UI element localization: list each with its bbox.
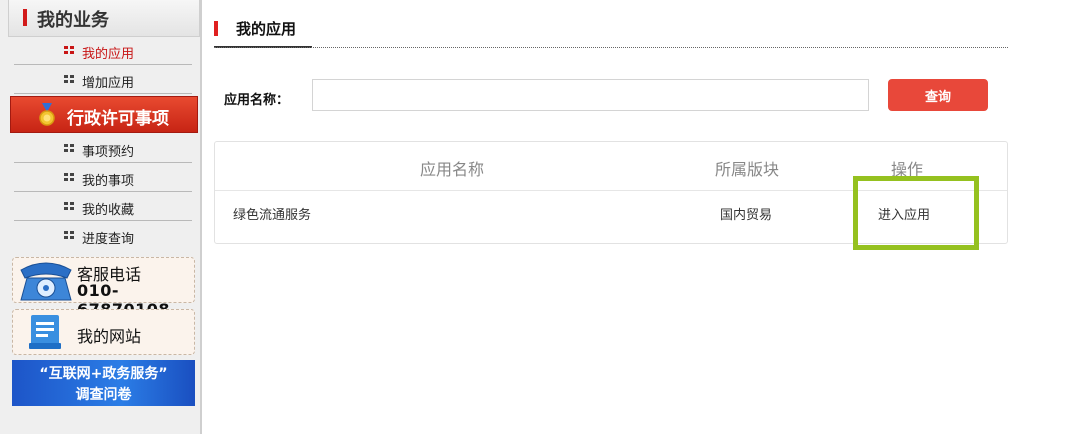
sidebar-item-label: 进度查询 <box>82 232 135 247</box>
grid-dots-icon <box>64 231 75 240</box>
sidebar-item-my-matters[interactable]: 我的事项 <box>14 164 192 192</box>
my-website-card[interactable]: 我的网站 <box>12 309 195 355</box>
sidebar-item-favorites[interactable]: 我的收藏 <box>14 193 192 221</box>
website-icon <box>29 315 61 349</box>
admin-banner-label: 行政许可事项 <box>67 109 169 129</box>
column-header-app-name: 应用名称 <box>420 160 485 179</box>
sidebar-item-label: 事项预约 <box>82 145 135 160</box>
sidebar-item-appointment[interactable]: 事项预约 <box>14 135 192 163</box>
column-header-action: 操作 <box>891 160 924 179</box>
sidebar-item-label: 我的应用 <box>82 47 135 62</box>
cell-app-name: 绿色流通服务 <box>233 208 312 223</box>
medal-icon <box>39 103 55 126</box>
grid-dots-icon <box>64 202 75 211</box>
header-accent-bar <box>23 9 27 26</box>
app-name-label: 应用名称： <box>224 93 290 108</box>
cell-section: 国内贸易 <box>720 208 773 223</box>
enter-app-link[interactable]: 进入应用 <box>878 204 930 223</box>
grid-dots-icon <box>64 75 75 84</box>
page-title: 我的应用 <box>236 20 297 38</box>
hotline-card: 客服电话 010-67870108 <box>12 257 195 319</box>
sidebar: 我的业务 我的应用 增加应用 行政许可事项 事项预约 我的事项 我的收藏 进度查… <box>0 0 202 434</box>
column-header-section: 所属版块 <box>715 160 780 179</box>
sidebar-header-title: 我的业务 <box>37 10 109 31</box>
sidebar-item-add-app[interactable]: 增加应用 <box>14 66 192 94</box>
apps-table: 应用名称 所属版块 操作 绿色流通服务 国内贸易 进入应用 <box>214 141 1008 244</box>
sidebar-item-label: 我的事项 <box>82 174 135 189</box>
sidebar-item-my-apps[interactable]: 我的应用 <box>14 37 192 65</box>
survey-title: “互联网+政务服务” <box>39 366 168 382</box>
sidebar-item-progress[interactable]: 进度查询 <box>14 222 192 250</box>
survey-banner[interactable]: “互联网+政务服务” 调查问卷 <box>12 360 195 406</box>
grid-dots-icon <box>64 173 75 182</box>
table-header: 应用名称 所属版块 操作 <box>215 142 1007 191</box>
grid-dots-icon <box>64 144 75 153</box>
survey-subtitle: 调查问卷 <box>75 387 132 403</box>
sidebar-item-label: 我的收藏 <box>82 203 135 218</box>
telephone-icon <box>20 262 72 301</box>
grid-dots-icon <box>64 46 75 55</box>
app-name-input[interactable] <box>312 79 869 111</box>
sidebar-item-label: 增加应用 <box>82 76 135 91</box>
title-accent-bar <box>214 21 218 36</box>
admin-license-banner[interactable]: 行政许可事项 <box>10 96 198 133</box>
website-label: 我的网站 <box>77 327 142 346</box>
sidebar-header: 我的业务 <box>8 0 200 37</box>
search-button[interactable]: 查询 <box>888 79 988 111</box>
title-divider <box>214 47 1008 48</box>
